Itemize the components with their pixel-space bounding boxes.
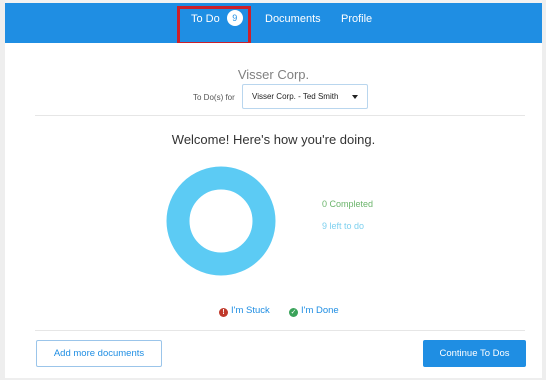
account-select-value: Visser Corp. - Ted Smith xyxy=(252,92,339,101)
tab-documents-label: Documents xyxy=(265,13,321,25)
caret-down-icon xyxy=(352,95,358,99)
header-divider xyxy=(35,115,525,116)
main-panel: Visser Corp. To Do(s) for Visser Corp. -… xyxy=(5,43,542,378)
completed-count-label: 0 Completed xyxy=(322,199,374,209)
tab-todo[interactable]: To Do 9 xyxy=(191,3,243,43)
tab-documents[interactable]: Documents xyxy=(265,3,321,43)
welcome-heading: Welcome! Here's how you're doing. xyxy=(171,132,376,147)
tab-todo-label: To Do xyxy=(191,13,220,25)
footer-divider xyxy=(35,330,525,331)
im-done-label: I'm Done xyxy=(301,305,339,316)
im-done-link[interactable]: ✓ I'm Done xyxy=(289,305,339,317)
remaining-count-label: 9 left to do xyxy=(322,221,365,231)
todo-for-label: To Do(s) for xyxy=(193,93,235,102)
tab-profile-label: Profile xyxy=(341,13,373,25)
add-more-documents-button[interactable]: Add more documents xyxy=(36,340,162,367)
account-select[interactable]: Visser Corp. - Ted Smith xyxy=(242,84,368,109)
window-frame-right xyxy=(542,0,546,380)
exclamation-circle-icon: ! xyxy=(219,308,228,317)
check-circle-icon: ✓ xyxy=(289,308,298,317)
top-nav-bar: To Do 9 Documents Profile xyxy=(5,3,542,43)
company-name: Visser Corp. xyxy=(237,67,310,82)
continue-todos-button[interactable]: Continue To Dos xyxy=(423,340,526,367)
im-stuck-label: I'm Stuck xyxy=(231,305,270,316)
todo-count-badge: 9 xyxy=(226,10,243,26)
donut-remaining-segment xyxy=(166,166,276,276)
im-stuck-link[interactable]: ! I'm Stuck xyxy=(219,305,270,317)
tab-profile[interactable]: Profile xyxy=(341,3,372,43)
progress-donut-chart xyxy=(166,166,276,276)
